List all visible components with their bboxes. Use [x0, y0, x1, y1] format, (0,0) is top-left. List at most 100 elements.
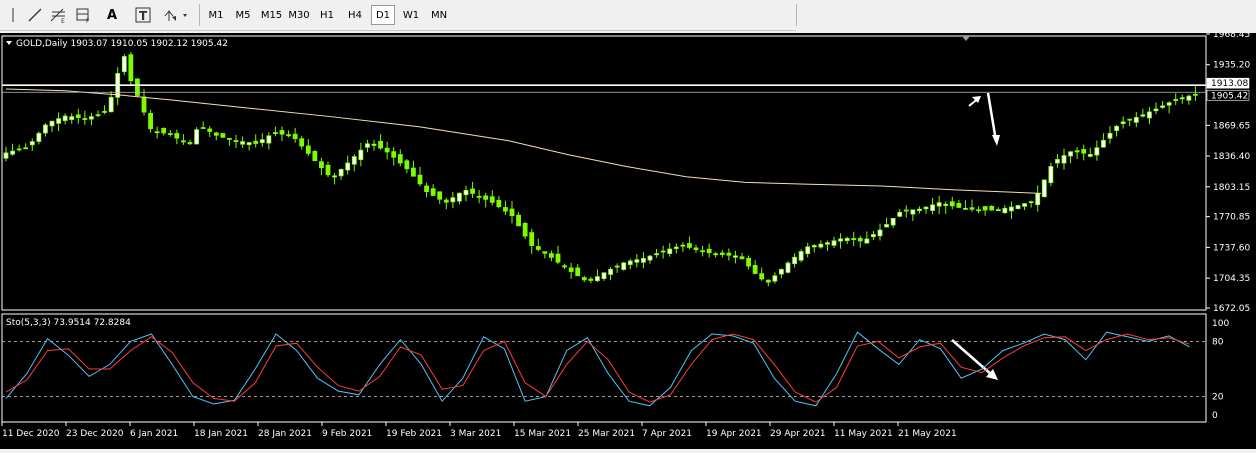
- candle-body: [279, 130, 285, 135]
- candle-body: [240, 141, 245, 145]
- candle-body: [246, 142, 252, 146]
- candle-body: [181, 140, 186, 143]
- candle-body: [549, 253, 554, 258]
- annotation-arrow-down: [986, 92, 998, 142]
- timeframe-mn-button[interactable]: MN: [428, 5, 450, 25]
- candle-body: [811, 245, 817, 248]
- candle-body: [1048, 166, 1054, 184]
- timeframe-h4-button[interactable]: H4: [344, 5, 366, 25]
- candle-body: [1015, 205, 1021, 210]
- timeframe-d1-button[interactable]: D1: [371, 5, 395, 25]
- text-label-icon[interactable]: T: [134, 6, 152, 24]
- candle-body: [187, 142, 193, 145]
- svg-text:T: T: [139, 9, 148, 23]
- channel-icon[interactable]: F: [74, 6, 92, 25]
- y-tick-label: 1869.65: [1213, 121, 1250, 131]
- candle-body: [963, 207, 968, 210]
- candle-body: [890, 218, 896, 226]
- timeframe-h1-button[interactable]: H1: [316, 5, 338, 25]
- candle-body: [1094, 147, 1100, 156]
- candle-body: [792, 256, 797, 265]
- candle-body: [154, 131, 160, 134]
- fibonacci-icon[interactable]: E: [49, 6, 67, 25]
- arrows-icon[interactable]: [162, 6, 190, 24]
- candle-body: [424, 185, 429, 192]
- x-tick-label: 11 May 2021: [834, 429, 893, 439]
- candle-body: [1193, 93, 1198, 96]
- candle-body: [581, 277, 587, 281]
- candle-body: [1114, 125, 1119, 131]
- y-tick-label: 1836.40: [1213, 152, 1250, 162]
- candle-body: [706, 248, 712, 254]
- candle-body: [358, 149, 364, 161]
- y-tick-label: 1704.35: [1213, 274, 1250, 284]
- candle-body: [365, 143, 370, 148]
- x-tick-label: 19 Feb 2021: [386, 429, 442, 439]
- candle-body: [227, 138, 232, 140]
- x-tick-label: 18 Jan 2021: [194, 429, 248, 439]
- moving-average-line: [5, 88, 1042, 194]
- candle-body: [785, 262, 791, 273]
- candle-body: [253, 140, 259, 144]
- candle-body: [923, 206, 929, 210]
- candle-body: [10, 150, 15, 155]
- candle-body: [956, 203, 962, 208]
- candle-body: [43, 124, 48, 134]
- candle-body: [286, 134, 291, 137]
- candle-body: [207, 128, 213, 132]
- cursor-icon[interactable]: [4, 6, 22, 24]
- candle-body: [299, 138, 305, 147]
- candle-body: [1041, 179, 1047, 198]
- candle-body: [95, 114, 101, 117]
- candle-body: [161, 128, 167, 134]
- toolbar-separator: [199, 4, 200, 26]
- candle-body: [378, 140, 383, 149]
- candle-body: [634, 259, 640, 263]
- candle-body: [1147, 111, 1152, 119]
- candle-body: [391, 151, 397, 158]
- candle-body: [667, 248, 673, 255]
- timeframe-m15-button[interactable]: M15: [259, 5, 284, 25]
- x-tick-label: 25 Mar 2021: [578, 429, 635, 439]
- candle-body: [273, 132, 278, 134]
- text-icon[interactable]: A: [102, 5, 122, 25]
- timeframe-m5-button[interactable]: M5: [232, 5, 254, 25]
- candle-body: [910, 209, 916, 215]
- candle-body: [1166, 102, 1172, 106]
- candle-body: [825, 242, 830, 245]
- candle-body: [976, 209, 981, 212]
- candle-body: [779, 268, 784, 275]
- candle-body: [529, 232, 535, 247]
- x-tick-label: 9 Feb 2021: [322, 429, 372, 439]
- y-tick-label: 1803.15: [1213, 183, 1250, 193]
- stochastic-info-line: Sto(5,3,3) 73.9514 72.8284: [6, 318, 131, 328]
- candle-body: [338, 168, 344, 177]
- timeframe-m30-button[interactable]: M30: [287, 5, 311, 25]
- line-icon[interactable]: [26, 6, 44, 24]
- candle-body: [62, 115, 68, 121]
- candle-body: [864, 238, 870, 244]
- candle-body: [700, 250, 705, 253]
- candle-body: [148, 112, 153, 130]
- candle-body: [233, 140, 239, 142]
- timeframe-w1-button[interactable]: W1: [399, 5, 423, 25]
- candle-body: [595, 276, 600, 282]
- candle-body: [319, 161, 324, 169]
- candle-body: [194, 129, 199, 145]
- candle-body: [345, 162, 351, 171]
- candle-body: [69, 116, 75, 120]
- candle-body: [903, 209, 909, 212]
- candle-body: [654, 253, 659, 256]
- candle-body: [936, 202, 942, 207]
- candle-body: [949, 201, 955, 207]
- chart-window[interactable]: 1968.45 1935.20 1869.65 1836.40 1803.15 1770.…: [0, 30, 1256, 449]
- timeframe-m1-button[interactable]: M1: [205, 5, 227, 25]
- candle-body: [641, 258, 646, 263]
- candle-body: [1055, 159, 1060, 164]
- candle-body: [305, 145, 311, 154]
- candle-body: [404, 160, 410, 170]
- candle-body: [838, 238, 843, 242]
- candle-body: [128, 54, 134, 82]
- candle-body: [818, 243, 824, 248]
- candle-body: [489, 196, 495, 203]
